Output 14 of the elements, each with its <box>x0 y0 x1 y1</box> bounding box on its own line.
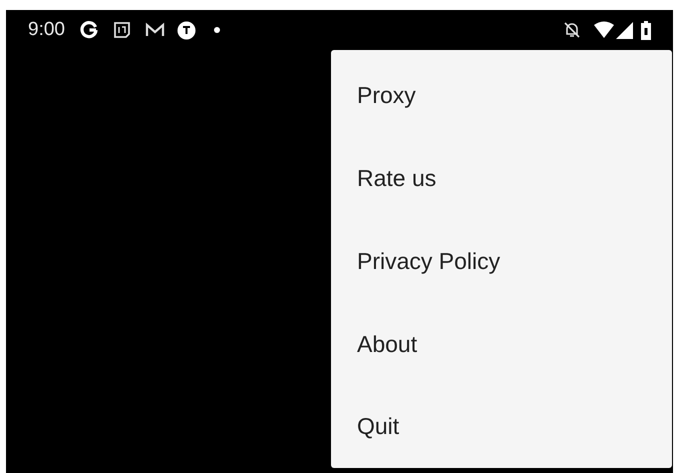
dot-icon <box>214 27 220 33</box>
menu-item[interactable]: Rate us <box>331 136 672 220</box>
bell-off-icon <box>563 21 581 39</box>
google-icon <box>78 20 99 40</box>
menu-item[interactable]: About <box>331 302 672 386</box>
menu-item[interactable]: Privacy Policy <box>331 220 672 302</box>
mail-icon <box>144 22 165 38</box>
wifi-icon <box>593 21 615 39</box>
battery-icon <box>641 20 651 40</box>
menu-item[interactable]: Proxy <box>331 54 672 137</box>
calendar-icon <box>112 21 131 39</box>
menu-item[interactable]: Quit <box>331 385 672 468</box>
status-time: 9:00 <box>28 18 65 42</box>
signal-icon <box>616 22 633 38</box>
